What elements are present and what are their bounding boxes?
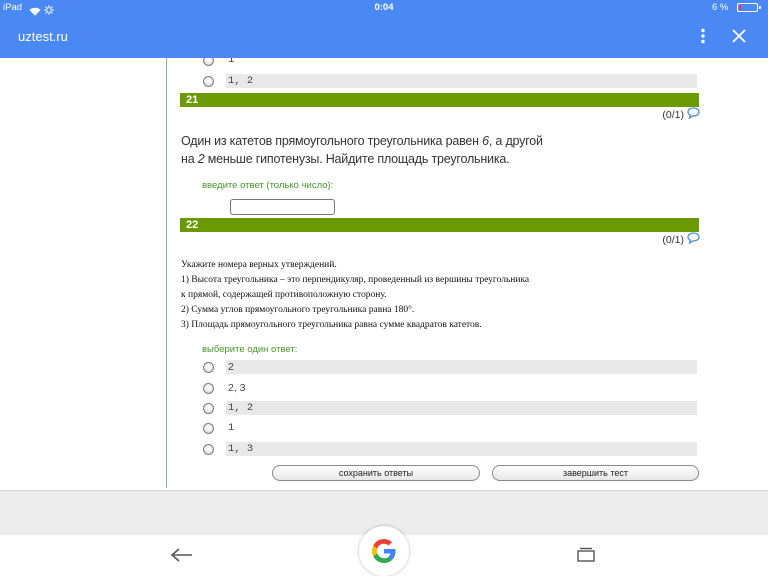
radio-button[interactable] [203,382,214,394]
answer-option-label: 1 [228,58,235,66]
answer-option-row[interactable]: 1, 3 [203,442,697,456]
question-text-value: 2 [197,152,205,166]
more-vert-icon[interactable] [697,28,709,44]
question-text-part: , а другой [488,134,543,148]
question-score: (0/1) [662,234,684,246]
comment-icon[interactable] [687,231,700,245]
answer-option-label: 1, 2 [226,401,697,415]
finish-test-button[interactable]: завершить тест [492,465,699,481]
answer-option-row[interactable]: 2 [203,360,697,374]
answer-prompt: выберите один ответ: [202,344,298,355]
answer-option-label: 2 [226,360,697,374]
question-text-line: 1) Высота треугольника – это перпендикул… [181,275,530,285]
question-text-line: 3) Площадь прямоугольного треугольника р… [181,320,482,330]
back-arrow-icon[interactable] [170,547,194,563]
question-text-line: на 2 меньше гипотенузы. Найдите площадь … [181,150,543,168]
browser-header: iPad 0:04 6 % uztest.ru [0,0,768,58]
answer-prompt: введите ответ (только число): [202,180,334,191]
wifi-icon [29,3,41,16]
radio-button[interactable] [203,75,214,87]
question-text-line: Один из катетов прямоугольного треугольн… [181,132,543,150]
answer-option-label: 1 [228,422,235,434]
question-text: Один из катетов прямоугольного треугольн… [181,132,543,168]
question-text-value: 6 [482,134,489,148]
page-title: uztest.ru [18,29,68,44]
question-text-line: Укажите номера верных утверждений. [181,260,337,270]
answer-option-row[interactable]: 2, 3 [203,381,697,395]
answer-option-label: 1, 3 [226,442,697,456]
answer-option-label: 2, 3 [228,382,246,394]
question-text-part: на [181,152,198,166]
answer-option-label: 1, 2 [226,74,697,88]
save-answers-button[interactable]: сохранить ответы [272,465,480,481]
comment-icon[interactable] [687,106,700,120]
question-number-bar: 22 [180,218,699,232]
question-text-part: меньше гипотенузы. Найдите площадь треуг… [204,152,510,166]
answer-option-row[interactable]: 1, 2 [203,74,697,88]
question-text-part: Один из катетов прямоугольного треугольн… [181,134,483,148]
question-text: Укажите номера верных утверждений. 1) Вы… [181,258,529,333]
radio-button[interactable] [203,402,214,414]
answer-input[interactable] [230,199,335,215]
radio-button[interactable] [203,443,214,455]
question-text-line: к прямой, содержащей противоположную сто… [181,290,387,300]
close-icon[interactable] [732,29,746,43]
question-score: (0/1) [662,109,684,121]
question-text-line: 2) Сумма углов прямоугольного треугольни… [181,305,415,315]
status-device-label: iPad [3,2,23,13]
answer-option-row[interactable]: 1 [203,58,697,67]
answer-option-row[interactable]: 1 [203,421,697,435]
radio-button[interactable] [203,58,214,66]
question-number-bar: 21 [180,93,699,107]
answer-option-row[interactable]: 1, 2 [203,401,697,415]
battery-icon [737,3,761,12]
radio-button[interactable] [203,361,214,373]
radio-button[interactable] [203,422,214,434]
google-search-button[interactable] [359,526,409,576]
test-page: 1 1, 2 21 (0/1) Один из катетов прямоуго… [0,58,768,490]
status-time: 0:04 [374,2,394,13]
battery-percent: 6 % [712,2,729,13]
google-g-icon [372,539,396,563]
content-left-border [166,58,167,488]
question-number: 22 [186,219,199,231]
battery-level-fill [739,5,741,10]
activity-spinner-icon [44,2,54,15]
tabs-icon[interactable] [577,547,595,562]
question-number: 21 [186,94,199,106]
